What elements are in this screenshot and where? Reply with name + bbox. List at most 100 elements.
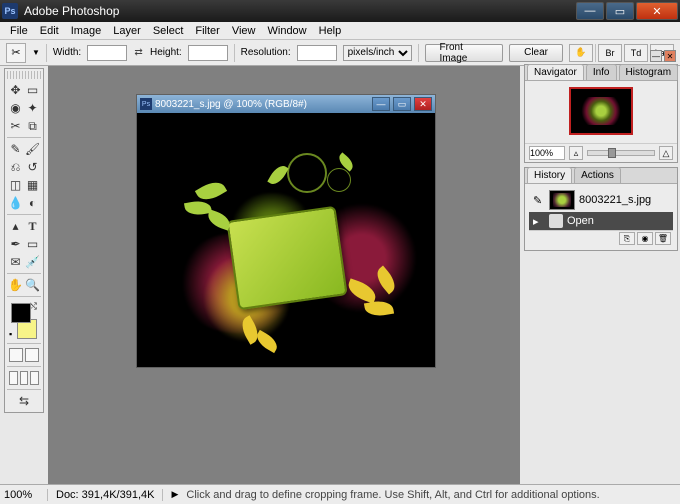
type-tool[interactable]: T bbox=[24, 217, 41, 235]
front-image-button[interactable]: Front Image bbox=[425, 44, 504, 62]
dodge-tool[interactable]: ◐ bbox=[24, 194, 41, 212]
navigator-preview[interactable] bbox=[569, 87, 633, 135]
eraser-tool[interactable]: ◫ bbox=[7, 176, 24, 194]
history-panel[interactable]: — ✕ History Actions ✎ 8003221_s.jpg ▸ Op… bbox=[524, 167, 678, 251]
document-titlebar[interactable]: Ps 8003221_s.jpg @ 100% (RGB/8#) — ▭ ✕ bbox=[137, 95, 435, 113]
screen-mode-full[interactable] bbox=[30, 371, 39, 385]
quickmask-mode-button[interactable] bbox=[25, 348, 39, 362]
zoom-tool[interactable]: 🔍 bbox=[24, 276, 41, 294]
resolution-units-select[interactable]: pixels/inch bbox=[343, 45, 412, 61]
palette-tab-tool-presets[interactable]: Td bbox=[624, 44, 648, 62]
document-window[interactable]: Ps 8003221_s.jpg @ 100% (RGB/8#) — ▭ ✕ bbox=[136, 94, 436, 368]
eyedropper-tool[interactable]: 💉 bbox=[24, 253, 41, 271]
menu-bar: File Edit Image Layer Select Filter View… bbox=[0, 22, 680, 40]
height-label: Height: bbox=[150, 47, 182, 58]
window-titlebar: Ps Adobe Photoshop — ▭ ✕ bbox=[0, 0, 680, 22]
zoom-slider[interactable] bbox=[587, 150, 655, 156]
resolution-label: Resolution: bbox=[241, 47, 291, 58]
tab-navigator[interactable]: Navigator bbox=[527, 64, 584, 80]
screen-mode-standard[interactable] bbox=[9, 371, 18, 385]
menu-view[interactable]: View bbox=[226, 23, 262, 39]
magic-wand-tool[interactable]: ✦ bbox=[24, 99, 41, 117]
blur-tool[interactable]: 💧 bbox=[7, 194, 24, 212]
clone-stamp-tool[interactable]: ⎌ bbox=[7, 158, 24, 176]
gradient-tool[interactable]: ▦ bbox=[24, 176, 41, 194]
shape-tool[interactable]: ▭ bbox=[24, 235, 41, 253]
menu-edit[interactable]: Edit bbox=[34, 23, 65, 39]
hand-grab-icon[interactable]: ✋ bbox=[569, 44, 593, 62]
document-minimize-button[interactable]: — bbox=[372, 97, 390, 111]
clear-button[interactable]: Clear bbox=[509, 44, 563, 62]
document-title: 8003221_s.jpg @ 100% (RGB/8#) bbox=[155, 99, 369, 110]
history-snapshot-row[interactable]: ✎ 8003221_s.jpg bbox=[529, 188, 673, 212]
height-input[interactable] bbox=[188, 45, 228, 61]
move-tool[interactable]: ✥ bbox=[7, 81, 24, 99]
healing-brush-tool[interactable]: ✎ bbox=[7, 140, 24, 158]
document-close-button[interactable]: ✕ bbox=[414, 97, 432, 111]
history-brush-source-icon[interactable]: ✎ bbox=[533, 194, 545, 207]
path-selection-tool[interactable]: ▴ bbox=[7, 217, 24, 235]
tab-history[interactable]: History bbox=[527, 167, 572, 183]
menu-window[interactable]: Window bbox=[262, 23, 313, 39]
crop-tool-indicator[interactable]: ✂ bbox=[6, 43, 26, 63]
history-state-open[interactable]: ▸ Open bbox=[529, 212, 673, 230]
tab-info[interactable]: Info bbox=[586, 64, 617, 80]
swap-dimensions-button[interactable]: ⇄ bbox=[133, 47, 144, 59]
color-swatches[interactable]: ⤭ ▪ bbox=[9, 301, 39, 339]
document-canvas[interactable] bbox=[137, 113, 435, 367]
toolbox[interactable]: ✥▭ ◉✦ ✂⧉ ✎🖌 ⎌↺ ◫▦ 💧◐ ▴T ✒▭ ✉💉 ✋🔍 ⤭ ▪ ⇆ bbox=[4, 68, 44, 413]
app-icon: Ps bbox=[2, 3, 18, 19]
delete-state-button[interactable]: 🗑 bbox=[655, 232, 671, 245]
toolbox-handle[interactable] bbox=[7, 71, 41, 79]
width-label: Width: bbox=[53, 47, 81, 58]
tab-actions[interactable]: Actions bbox=[574, 167, 621, 183]
panels-dock: — ✕ Navigator Info Histogram ▵ △ — ✕ His… bbox=[524, 64, 678, 255]
status-zoom[interactable]: 100% bbox=[4, 489, 48, 501]
panel-minimize-button[interactable]: — bbox=[650, 50, 662, 62]
window-minimize-button[interactable]: — bbox=[576, 2, 604, 20]
document-maximize-button[interactable]: ▭ bbox=[393, 97, 411, 111]
jump-to-imageready-button[interactable]: ⇆ bbox=[7, 392, 41, 410]
navigator-zoom-input[interactable] bbox=[529, 146, 565, 160]
hand-tool[interactable]: ✋ bbox=[7, 276, 24, 294]
snapshot-thumbnail bbox=[549, 190, 575, 210]
artwork bbox=[137, 113, 435, 367]
crop-tool[interactable]: ✂ bbox=[7, 117, 24, 135]
resolution-input[interactable] bbox=[297, 45, 337, 61]
status-hint: Click and drag to define cropping frame.… bbox=[186, 489, 599, 501]
new-snapshot-button[interactable]: ◉ bbox=[637, 232, 653, 245]
width-input[interactable] bbox=[87, 45, 127, 61]
dropdown-arrow-icon[interactable]: ▼ bbox=[32, 48, 40, 57]
tab-histogram[interactable]: Histogram bbox=[619, 64, 679, 80]
window-close-button[interactable]: ✕ bbox=[636, 2, 678, 20]
marquee-tool[interactable]: ▭ bbox=[24, 81, 41, 99]
foreground-color[interactable] bbox=[11, 303, 31, 323]
status-play-icon[interactable]: ▶ bbox=[171, 489, 178, 500]
screen-mode-full-menubar[interactable] bbox=[20, 371, 29, 385]
menu-select[interactable]: Select bbox=[147, 23, 190, 39]
default-colors-icon[interactable]: ▪ bbox=[9, 329, 12, 339]
options-bar: ✂ ▼ Width: ⇄ Height: Resolution: pixels/… bbox=[0, 40, 680, 66]
menu-file[interactable]: File bbox=[4, 23, 34, 39]
menu-layer[interactable]: Layer bbox=[107, 23, 147, 39]
history-state-label: Open bbox=[567, 215, 594, 227]
status-doc-size[interactable]: Doc: 391,4K/391,4K bbox=[56, 489, 163, 501]
new-document-from-state-button[interactable]: ⎘ bbox=[619, 232, 635, 245]
zoom-out-button[interactable]: ▵ bbox=[569, 146, 583, 160]
menu-filter[interactable]: Filter bbox=[189, 23, 225, 39]
panel-close-button[interactable]: ✕ bbox=[664, 50, 676, 62]
menu-help[interactable]: Help bbox=[313, 23, 348, 39]
history-brush-tool[interactable]: ↺ bbox=[24, 158, 41, 176]
zoom-in-button[interactable]: △ bbox=[659, 146, 673, 160]
brush-tool[interactable]: 🖌 bbox=[24, 140, 41, 158]
slice-tool[interactable]: ⧉ bbox=[24, 117, 41, 135]
standard-mode-button[interactable] bbox=[9, 348, 23, 362]
notes-tool[interactable]: ✉ bbox=[7, 253, 24, 271]
menu-image[interactable]: Image bbox=[65, 23, 108, 39]
window-maximize-button[interactable]: ▭ bbox=[606, 2, 634, 20]
navigator-panel[interactable]: — ✕ Navigator Info Histogram ▵ △ bbox=[524, 64, 678, 163]
status-bar: 100% Doc: 391,4K/391,4K ▶ Click and drag… bbox=[0, 484, 680, 504]
palette-tab-brushes[interactable]: Br bbox=[598, 44, 622, 62]
pen-tool[interactable]: ✒ bbox=[7, 235, 24, 253]
lasso-tool[interactable]: ◉ bbox=[7, 99, 24, 117]
